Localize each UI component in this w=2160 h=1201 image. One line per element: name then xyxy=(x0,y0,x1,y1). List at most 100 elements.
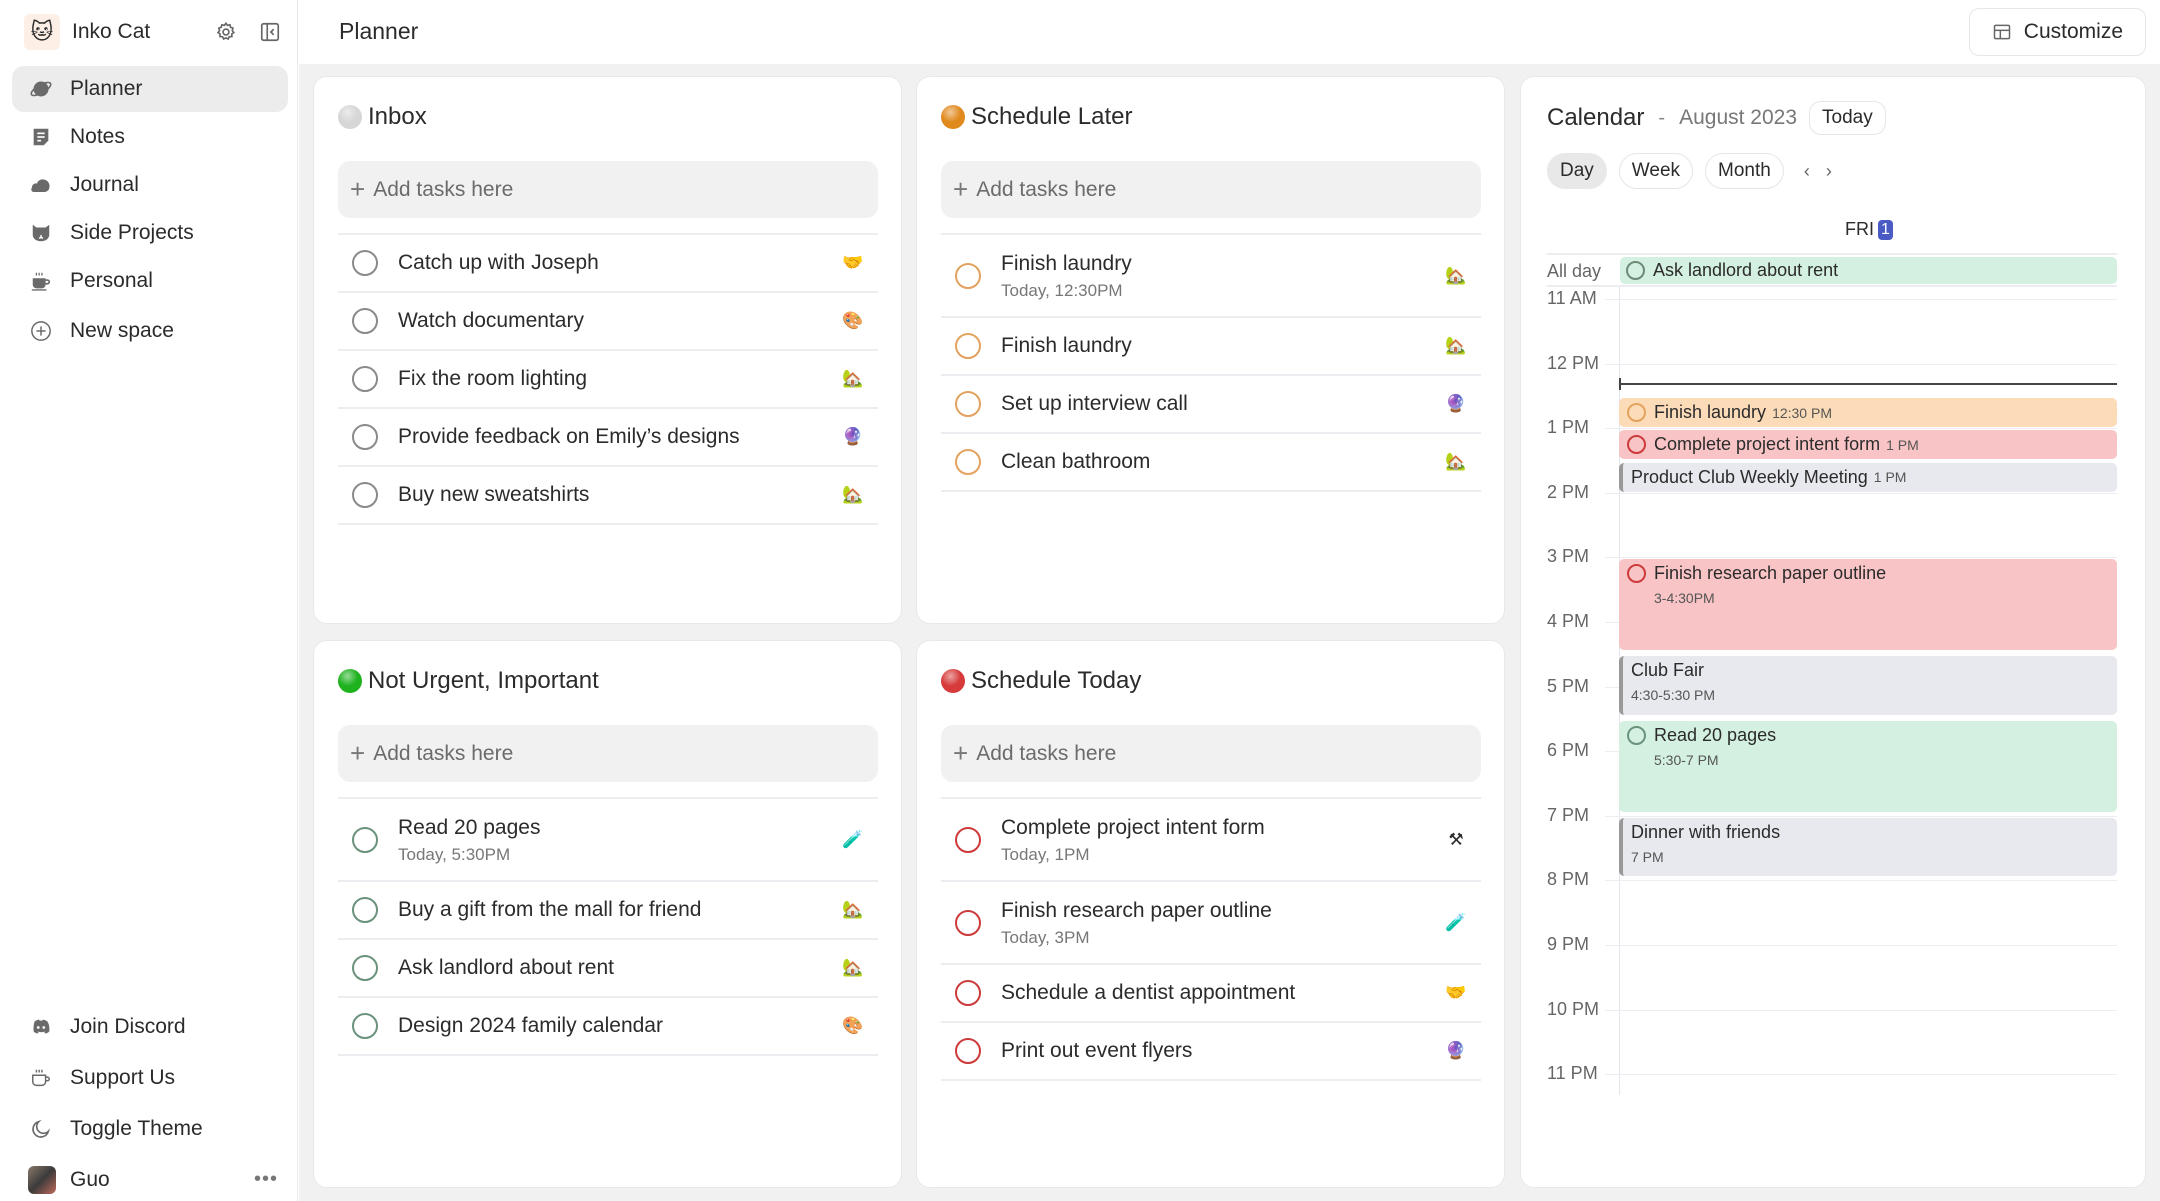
task-checkbox[interactable] xyxy=(352,482,378,508)
calendar-task-event[interactable]: Finish research paper outline 3-4:30PM xyxy=(1619,559,2117,651)
task-body: Provide feedback on Emily’s designs xyxy=(398,424,838,450)
quadrant-title-text: Schedule Today xyxy=(971,667,1142,694)
all-day-label: All day xyxy=(1547,261,1602,281)
sidebar-item-label: Support Us xyxy=(70,1065,176,1089)
task-item[interactable]: Ask landlord about rent 🏡 xyxy=(338,940,878,998)
toggle-theme-button[interactable]: Toggle Theme xyxy=(12,1104,288,1153)
task-checkbox[interactable] xyxy=(352,955,378,981)
all-day-event[interactable]: Ask landlord about rent xyxy=(1620,257,2117,284)
task-item[interactable]: Read 20 pages Today, 5:30PM 🧪 xyxy=(338,799,878,882)
task-item[interactable]: Finish laundry 🏡 xyxy=(941,318,1481,376)
task-item[interactable]: Set up interview call 🔮 xyxy=(941,376,1481,434)
task-checkbox[interactable] xyxy=(955,449,981,475)
add-task-input[interactable]: + Add tasks here xyxy=(941,161,1481,218)
task-checkbox[interactable] xyxy=(1627,725,1646,745)
calendar-event[interactable]: Club Fair 4:30-5:30 PM xyxy=(1619,656,2117,715)
task-checkbox[interactable] xyxy=(955,262,981,289)
task-checkbox[interactable] xyxy=(352,308,378,334)
task-checkbox[interactable] xyxy=(352,1013,378,1039)
task-checkbox[interactable] xyxy=(1627,564,1646,584)
settings-gear-icon[interactable] xyxy=(210,16,242,48)
hour-label: 5 PM xyxy=(1547,675,1590,696)
add-task-input[interactable]: + Add tasks here xyxy=(338,161,878,218)
calendar-event[interactable]: Dinner with friends 7 PM xyxy=(1619,817,2117,877)
task-due-date: Today, 1PM xyxy=(1001,844,1090,864)
task-item[interactable]: Design 2024 family calendar 🎨 xyxy=(338,998,878,1056)
add-task-input[interactable]: + Add tasks here xyxy=(338,725,878,782)
collapse-sidebar-icon[interactable] xyxy=(254,16,286,48)
task-item[interactable]: Schedule a dentist appointment 🤝 xyxy=(941,965,1481,1023)
sidebar-item-journal[interactable]: Journal xyxy=(12,162,288,208)
user-profile[interactable]: Guo ••• xyxy=(12,1155,288,1201)
task-checkbox[interactable] xyxy=(955,909,981,936)
support-us-link[interactable]: Support Us xyxy=(12,1053,288,1102)
task-checkbox[interactable] xyxy=(352,424,378,450)
task-body: Ask landlord about rent xyxy=(398,955,838,981)
task-title: Ask landlord about rent xyxy=(398,956,614,979)
chevron-right-icon[interactable]: › xyxy=(1826,161,1832,182)
task-checkbox[interactable] xyxy=(352,897,378,923)
workspace-name[interactable]: Inko Cat xyxy=(72,20,198,44)
task-item[interactable]: Complete project intent form Today, 1PM ⚒ xyxy=(941,799,1481,882)
view-week-button[interactable]: Week xyxy=(1618,153,1694,189)
workspace-logo-cat-icon[interactable]: 🐱 xyxy=(24,14,60,50)
add-task-placeholder: Add tasks here xyxy=(976,177,1117,201)
event-time: 1 PM xyxy=(1873,469,1907,486)
sidebar-bottom: Join Discord Support Us Toggle Theme Guo… xyxy=(12,1002,288,1201)
task-body: Read 20 pages Today, 5:30PM xyxy=(398,815,838,865)
today-button[interactable]: Today xyxy=(1809,101,1886,135)
join-discord-link[interactable]: Join Discord xyxy=(12,1002,288,1051)
task-item[interactable]: Buy a gift from the mall for friend 🏡 xyxy=(338,882,878,940)
task-checkbox[interactable] xyxy=(1627,403,1646,423)
task-item[interactable]: Print out event flyers 🔮 xyxy=(941,1023,1481,1081)
hour-label: 2 PM xyxy=(1547,481,1590,502)
hour-label: 11 AM xyxy=(1547,288,1597,308)
add-task-input[interactable]: + Add tasks here xyxy=(941,725,1481,782)
task-item[interactable]: Buy new sweatshirts 🏡 xyxy=(338,467,878,525)
task-checkbox[interactable] xyxy=(352,250,378,276)
task-item[interactable]: Watch documentary 🎨 xyxy=(338,293,878,351)
task-item[interactable]: Catch up with Joseph 🤝 xyxy=(338,235,878,293)
hour-row: 3 PM xyxy=(1547,546,2117,566)
white-circle-icon xyxy=(338,105,362,129)
task-checkbox[interactable] xyxy=(1626,261,1645,280)
view-month-button[interactable]: Month xyxy=(1705,153,1784,189)
task-list: Complete project intent form Today, 1PM ⚒ F… xyxy=(941,797,1481,1081)
task-item[interactable]: Clean bathroom 🏡 xyxy=(941,434,1481,492)
task-item[interactable]: Finish research paper outline Today, 3PM 🧪 xyxy=(941,882,1481,965)
task-checkbox[interactable] xyxy=(955,826,981,853)
task-item[interactable]: Provide feedback on Emily’s designs 🔮 xyxy=(338,409,878,467)
calendar-task-event[interactable]: Complete project intent form 1 PM xyxy=(1619,430,2117,460)
chevron-left-icon[interactable]: ‹ xyxy=(1804,161,1810,182)
customize-button[interactable]: Customize xyxy=(1968,8,2146,56)
event-title: Club Fair xyxy=(1631,660,1705,681)
sidebar-item-planner[interactable]: Planner xyxy=(12,66,288,112)
sidebar-nav: Planner Notes Journal Side Projects Pers… xyxy=(12,66,288,356)
sidebar-item-side-projects[interactable]: Side Projects xyxy=(12,210,288,256)
task-body: Set up interview call xyxy=(1001,391,1441,417)
view-day-button[interactable]: Day xyxy=(1547,153,1607,189)
task-item[interactable]: Finish laundry Today, 12:30PM 🏡 xyxy=(941,235,1481,318)
sidebar-item-notes[interactable]: Notes xyxy=(12,114,288,160)
task-checkbox[interactable] xyxy=(352,826,378,853)
task-checkbox[interactable] xyxy=(955,980,981,1006)
task-list: Catch up with Joseph 🤝 Watch documentary 🎨 F… xyxy=(338,233,878,525)
calendar-task-event[interactable]: Finish laundry 12:30 PM xyxy=(1619,397,2117,428)
task-checkbox[interactable] xyxy=(955,1038,981,1064)
sidebar-item-personal[interactable]: Personal xyxy=(12,258,288,304)
task-checkbox[interactable] xyxy=(352,366,378,392)
more-options-icon[interactable]: ••• xyxy=(254,1168,278,1191)
task-checkbox[interactable] xyxy=(1627,435,1646,455)
task-body: Schedule a dentist appointment xyxy=(1001,980,1441,1006)
quadrant-title: Not Urgent, Important xyxy=(338,667,599,695)
green-circle-icon xyxy=(338,669,362,693)
space-emoji-icon: 🏡 xyxy=(1445,452,1467,471)
new-space-button[interactable]: New space xyxy=(12,308,288,354)
calendar-task-event[interactable]: Read 20 pages 5:30-7 PM xyxy=(1619,720,2117,812)
task-checkbox[interactable] xyxy=(955,391,981,417)
task-title: Catch up with Joseph xyxy=(398,251,599,274)
task-item[interactable]: Fix the room lighting 🏡 xyxy=(338,351,878,409)
task-checkbox[interactable] xyxy=(955,333,981,359)
calendar-event[interactable]: Product Club Weekly Meeting 1 PM xyxy=(1619,462,2117,492)
plus-circle-icon xyxy=(28,318,54,344)
